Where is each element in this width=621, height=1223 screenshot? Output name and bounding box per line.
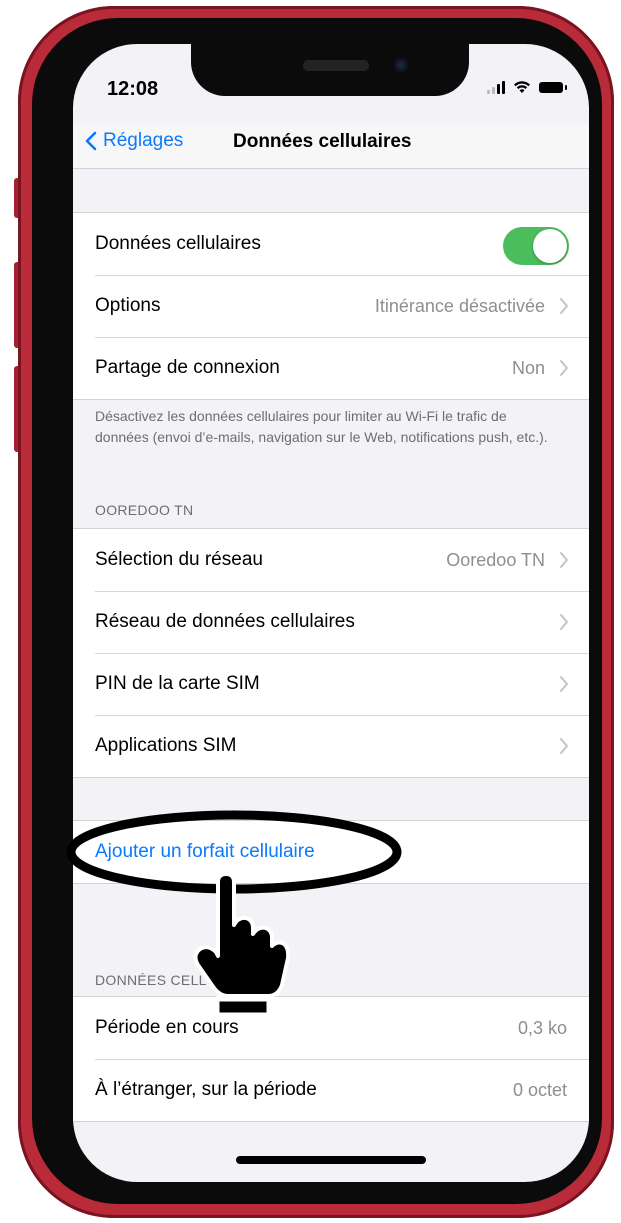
cellular-data-footnote: Désactivez les données cellulaires pour … — [95, 408, 548, 445]
carrier-settings-group: Sélection du réseau Ooredoo TN Réseau de… — [73, 528, 589, 778]
hotspot-label: Partage de connexion — [95, 357, 280, 378]
back-label: Réglages — [103, 130, 184, 151]
navigation-bar: Réglages Données cellulaires — [73, 124, 589, 169]
battery-icon — [539, 81, 567, 93]
cellular-network-row[interactable]: Réseau de données cellulaires — [73, 591, 589, 653]
cellular-signal-icon — [487, 80, 505, 94]
roaming-period-value: 0 octet — [512, 1079, 567, 1100]
network-selection-row[interactable]: Sélection du réseau Ooredoo TN — [73, 529, 589, 591]
hotspot-value: Non — [511, 357, 545, 378]
chevron-right-icon — [560, 738, 568, 754]
sim-pin-row[interactable]: PIN de la carte SIM — [73, 653, 589, 715]
speaker-grille — [303, 60, 369, 71]
current-period-label: Période en cours — [95, 1017, 239, 1038]
page-title: Données cellulaires — [233, 131, 412, 152]
status-time: 12:08 — [107, 78, 159, 100]
chevron-right-icon — [560, 676, 568, 692]
cellular-data-toggle[interactable] — [503, 227, 569, 265]
chevron-right-icon — [560, 298, 568, 314]
back-button[interactable]: Réglages — [85, 130, 183, 152]
cellular-network-label: Réseau de données cellulaires — [95, 611, 355, 632]
sim-apps-label: Applications SIM — [95, 735, 237, 756]
notch — [191, 44, 469, 96]
hotspot-row[interactable]: Partage de connexion Non — [73, 337, 589, 399]
cellular-data-row: Données cellulaires — [73, 213, 589, 275]
options-row[interactable]: Options Itinérance désactivée — [73, 275, 589, 337]
home-indicator[interactable] — [236, 1156, 426, 1164]
current-period-row: Période en cours 0,3 ko — [73, 997, 589, 1059]
chevron-left-icon — [85, 131, 97, 151]
cellular-data-label: Données cellulaires — [95, 233, 261, 254]
roaming-period-label: À l’étranger, sur la période — [95, 1079, 317, 1100]
add-cellular-plan-label: Ajouter un forfait cellulaire — [95, 841, 315, 862]
options-label: Options — [95, 295, 161, 316]
usage-group: Période en cours 0,3 ko À l’étranger, su… — [73, 996, 589, 1122]
sim-apps-row[interactable]: Applications SIM — [73, 715, 589, 777]
chevron-right-icon — [560, 614, 568, 630]
phone-screen: 12:08 Réglages Données cellulaires Donné… — [73, 44, 589, 1182]
network-selection-value: Ooredoo TN — [446, 549, 545, 570]
cellular-settings-group: Données cellulaires Options Itinérance d… — [73, 212, 589, 400]
network-selection-label: Sélection du réseau — [95, 549, 263, 570]
options-value: Itinérance désactivée — [374, 295, 545, 316]
front-camera — [394, 58, 408, 72]
wifi-icon — [514, 81, 530, 93]
chevron-right-icon — [560, 552, 568, 568]
add-plan-group: Ajouter un forfait cellulaire — [73, 820, 589, 884]
toggle-knob — [533, 229, 567, 263]
status-icons — [487, 80, 567, 94]
add-cellular-plan-button[interactable]: Ajouter un forfait cellulaire — [73, 821, 589, 883]
usage-section-header: DONNÉES CELLULAIRES — [95, 972, 269, 988]
roaming-period-row: À l’étranger, sur la période 0 octet — [73, 1059, 589, 1121]
carrier-section-header: OOREDOO TN — [95, 502, 194, 518]
sim-pin-label: PIN de la carte SIM — [95, 673, 260, 694]
current-period-value: 0,3 ko — [517, 1017, 567, 1038]
chevron-right-icon — [560, 360, 568, 376]
